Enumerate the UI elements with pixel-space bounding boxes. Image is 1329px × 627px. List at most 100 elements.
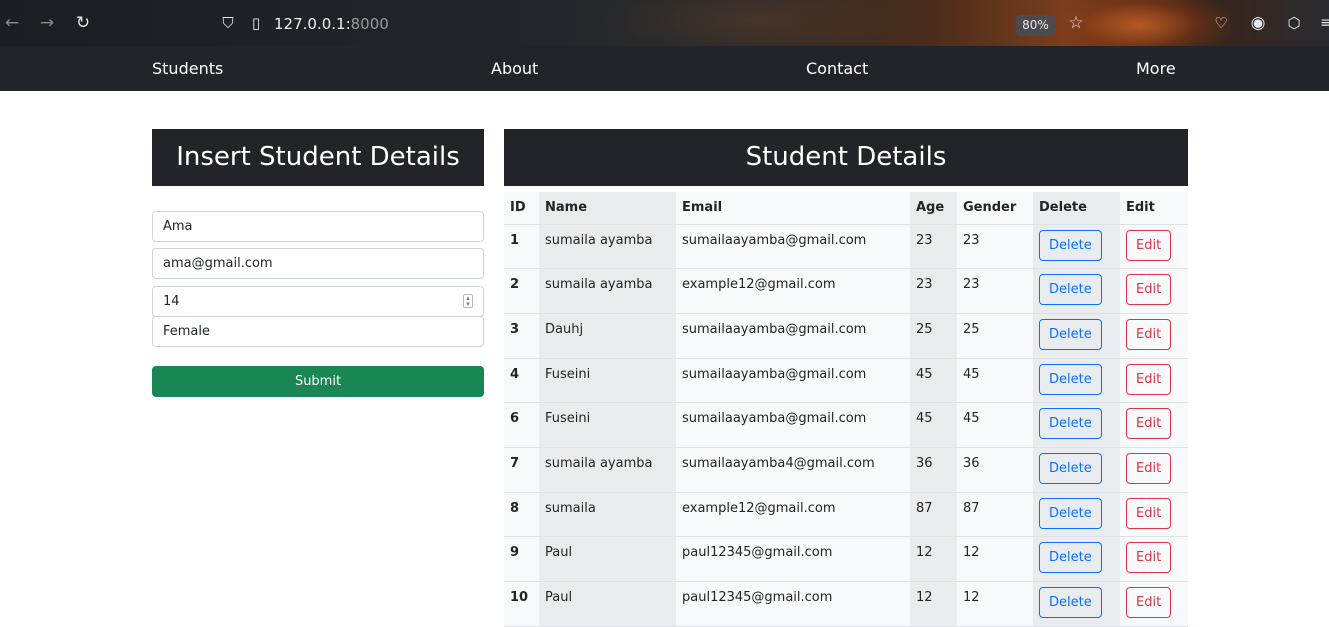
table-body: 1 sumaila ayamba sumailaayamba@gmail.com 23…	[504, 224, 1188, 627]
bookmark-star-icon[interactable]: ☆	[1066, 13, 1086, 33]
header-id: ID	[504, 192, 539, 225]
student-table: ID Name Email Age Gender Delete Edit 1 su…	[504, 192, 1188, 627]
name-input[interactable]: Ama	[152, 211, 484, 242]
cell-age: 45	[910, 358, 957, 404]
delete-button[interactable]: Delete	[1039, 363, 1102, 395]
table-row: 3 Dauhj sumailaayamba@gmail.com 25 25 Delete E…	[504, 313, 1188, 359]
edit-button[interactable]: Edit	[1126, 542, 1172, 574]
edit-button[interactable]: Edit	[1126, 408, 1172, 440]
cell-edit: Edit	[1120, 358, 1188, 404]
cell-email: sumailaayamba4@gmail.com	[676, 447, 910, 493]
edit-button[interactable]: Edit	[1126, 363, 1172, 395]
cell-edit: Edit	[1120, 492, 1188, 538]
table-row: 8 sumaila example12@gmail.com 87 87 Delete Edi…	[504, 492, 1188, 538]
edit-button[interactable]: Edit	[1126, 587, 1172, 618]
pocket-icon[interactable]: ♡	[1211, 13, 1231, 33]
cell-id: 2	[504, 268, 539, 314]
reload-icon[interactable]: ↻	[73, 13, 93, 33]
table-row: 9 Paul paul12345@gmail.com 12 12 Delete Edit	[504, 536, 1188, 582]
table-row: 6 Fuseini sumailaayamba@gmail.com 45 45 Delet…	[504, 402, 1188, 448]
delete-button[interactable]: Delete	[1039, 452, 1102, 484]
cell-age: 12	[910, 581, 957, 627]
age-input-value: 14	[163, 294, 180, 309]
cell-delete: Delete	[1033, 447, 1120, 493]
nav-link-students[interactable]: Students	[152, 59, 223, 78]
delete-button[interactable]: Delete	[1039, 587, 1102, 618]
cell-id: 4	[504, 358, 539, 404]
cell-name: Dauhj	[539, 313, 676, 359]
gender-input[interactable]: Female	[152, 316, 484, 347]
delete-button[interactable]: Delete	[1039, 318, 1102, 350]
table-header-row: ID Name Email Age Gender Delete Edit	[504, 192, 1188, 225]
cell-email: sumailaayamba@gmail.com	[676, 402, 910, 448]
cell-name: sumaila ayamba	[539, 224, 676, 270]
cell-gender: 12	[957, 536, 1033, 582]
cell-id: 8	[504, 492, 539, 538]
forward-icon[interactable]: →	[37, 13, 57, 33]
cell-name: Fuseini	[539, 358, 676, 404]
number-spinner-icon[interactable]: ▴ ▾	[463, 294, 473, 308]
header-gender: Gender	[957, 192, 1033, 225]
cell-email: paul12345@gmail.com	[676, 581, 910, 627]
edit-button[interactable]: Edit	[1126, 318, 1172, 350]
cell-name: sumaila	[539, 492, 676, 538]
back-icon[interactable]: ←	[2, 13, 22, 33]
extensions-icon[interactable]: ⬡	[1284, 13, 1304, 33]
delete-button[interactable]: Delete	[1039, 497, 1102, 529]
main-navbar: Students About Contact More	[0, 46, 1329, 91]
cell-delete: Delete	[1033, 358, 1120, 404]
cell-delete: Delete	[1033, 313, 1120, 359]
background-theme	[600, 0, 900, 46]
table-row: 10 Paul paul12345@gmail.com 12 12 Delete Edit	[504, 581, 1188, 627]
nav-link-more[interactable]: More	[1136, 59, 1176, 78]
url-host: 127.0.0.1:	[274, 15, 351, 33]
cell-edit: Edit	[1120, 224, 1188, 270]
table-title: Student Details	[504, 129, 1188, 186]
table-row: 1 sumaila ayamba sumailaayamba@gmail.com 23…	[504, 224, 1188, 270]
cell-name: sumaila ayamba	[539, 268, 676, 314]
age-input[interactable]: 14 ▴ ▾	[152, 286, 484, 317]
cell-name: Paul	[539, 536, 676, 582]
nav-link-contact[interactable]: Contact	[806, 59, 868, 78]
edit-button[interactable]: Edit	[1126, 274, 1172, 306]
cell-gender: 25	[957, 313, 1033, 359]
cell-age: 23	[910, 224, 957, 270]
cell-edit: Edit	[1120, 268, 1188, 314]
url-port: 8000	[350, 15, 389, 33]
cell-email: sumailaayamba@gmail.com	[676, 224, 910, 270]
browser-toolbar: ← → ↻ ⛉ ▯ 127.0.0.1:8000 80% ☆ ♡ ◉ ⬡ ≡	[0, 0, 1329, 46]
cell-name: sumaila ayamba	[539, 447, 676, 493]
delete-button[interactable]: Delete	[1039, 408, 1102, 440]
page-icon: ▯	[251, 14, 261, 32]
submit-button[interactable]: Submit	[152, 366, 484, 397]
cell-age: 25	[910, 313, 957, 359]
cell-gender: 45	[957, 402, 1033, 448]
menu-icon[interactable]: ≡	[1316, 13, 1329, 33]
cell-gender: 45	[957, 358, 1033, 404]
edit-button[interactable]: Edit	[1126, 497, 1172, 529]
cell-delete: Delete	[1033, 402, 1120, 448]
delete-button[interactable]: Delete	[1039, 542, 1102, 574]
edit-button[interactable]: Edit	[1126, 229, 1172, 261]
cell-delete: Delete	[1033, 224, 1120, 270]
cell-id: 3	[504, 313, 539, 359]
header-age: Age	[910, 192, 957, 225]
delete-button[interactable]: Delete	[1039, 229, 1102, 261]
edit-button[interactable]: Edit	[1126, 452, 1172, 484]
cell-delete: Delete	[1033, 268, 1120, 314]
cell-email: paul12345@gmail.com	[676, 536, 910, 582]
cell-id: 1	[504, 224, 539, 270]
zoom-level-badge[interactable]: 80%	[1016, 15, 1055, 36]
cell-gender: 87	[957, 492, 1033, 538]
account-icon[interactable]: ◉	[1248, 13, 1268, 33]
header-edit: Edit	[1120, 192, 1188, 225]
cell-edit: Edit	[1120, 313, 1188, 359]
delete-button[interactable]: Delete	[1039, 274, 1102, 306]
cell-gender: 23	[957, 268, 1033, 314]
cell-gender: 36	[957, 447, 1033, 493]
url-bar[interactable]: 127.0.0.1:8000	[274, 15, 389, 33]
shield-icon[interactable]: ⛉	[218, 13, 238, 33]
nav-link-about[interactable]: About	[491, 59, 538, 78]
cell-age: 87	[910, 492, 957, 538]
email-input[interactable]: ama@gmail.com	[152, 248, 484, 279]
